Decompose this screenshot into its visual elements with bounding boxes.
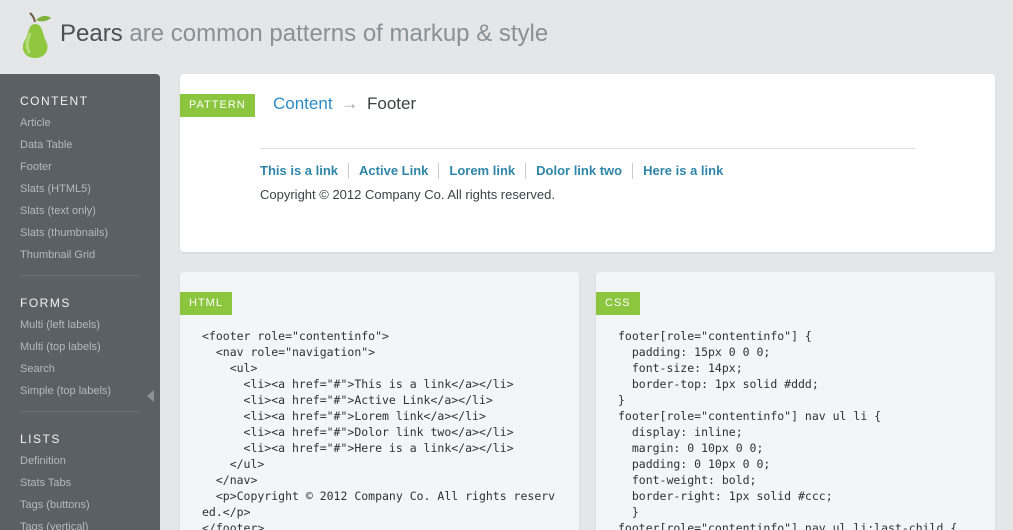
sidebar-item-footer[interactable]: Footer (20, 156, 140, 178)
sidebar-item-stats-tabs[interactable]: Stats Tabs (20, 472, 140, 494)
tagline: are common patterns of markup & style (129, 20, 549, 47)
sidebar-item-article[interactable]: Article (20, 112, 140, 134)
css-code-card: CSS footer[role="contentinfo"] { padding… (596, 272, 995, 530)
nav-group-forms: Forms Multi (left labels) Multi (top lab… (0, 296, 160, 412)
nav-heading-lists: Lists (20, 432, 61, 446)
sidebar-item-slats-html5[interactable]: Slats (HTML5) (20, 178, 140, 200)
sidebar-item-simple-top-labels[interactable]: Simple (top labels) (20, 380, 140, 402)
nav-group-lists: Lists Definition Stats Tabs Tags (button… (0, 432, 160, 530)
breadcrumb-parent-link[interactable]: Content (273, 94, 333, 113)
pattern-label: Pattern (180, 94, 255, 117)
arrow-right-icon: → (341, 94, 359, 113)
sidebar-item-definition[interactable]: Definition (20, 450, 140, 472)
header: Pears are common patterns of markup & st… (0, 0, 1013, 74)
pattern-card: Pattern Content → Footer This is a link … (180, 74, 995, 252)
sidebar-item-data-table[interactable]: Data Table (20, 134, 140, 156)
brand-name[interactable]: Pears (60, 20, 123, 47)
footer-link[interactable]: Dolor link two (526, 163, 634, 179)
sidebar-item-tags-vertical[interactable]: Tags (vertical) (20, 516, 140, 530)
css-label: CSS (596, 292, 640, 315)
breadcrumb: Content → Footer (273, 94, 416, 114)
html-label: HTML (180, 292, 232, 315)
html-code-block[interactable]: <footer role="contentinfo"> <nav role="n… (202, 328, 555, 530)
nav-heading-forms: Forms (20, 296, 71, 310)
sidebar-item-thumbnail-grid[interactable]: Thumbnail Grid (20, 244, 140, 266)
sidebar-item-slats-text-only[interactable]: Slats (text only) (20, 200, 140, 222)
sidebar-item-multi-left-labels[interactable]: Multi (left labels) (20, 314, 140, 336)
pear-logo-icon[interactable] (18, 12, 54, 60)
sidebar-item-multi-top-labels[interactable]: Multi (top labels) (20, 336, 140, 358)
sidebar: Content Article Data Table Footer Slats … (0, 74, 160, 530)
sidebar-item-search[interactable]: Search (20, 358, 140, 380)
footer-link[interactable]: Here is a link (633, 163, 733, 179)
copyright-text: Copyright © 2012 Company Co. All rights … (260, 187, 555, 202)
nav-divider (20, 411, 140, 412)
footer-demo: This is a link Active Link Lorem link Do… (260, 148, 915, 202)
sidebar-item-slats-thumbnails[interactable]: Slats (thumbnails) (20, 222, 140, 244)
breadcrumb-current: Footer (367, 94, 417, 113)
site-title: Pears are common patterns of markup & st… (60, 20, 548, 48)
collapse-arrow-icon[interactable] (147, 390, 154, 402)
nav-divider (20, 275, 140, 276)
footer-link[interactable]: This is a link (260, 163, 350, 179)
footer-nav: This is a link Active Link Lorem link Do… (260, 163, 915, 179)
css-code-block[interactable]: footer[role="contentinfo"] { padding: 15… (618, 328, 957, 530)
html-code-card: HTML <footer role="contentinfo"> <nav ro… (180, 272, 579, 530)
nav-heading-content: Content (20, 94, 89, 108)
footer-link[interactable]: Active Link (349, 163, 440, 179)
footer-link[interactable]: Lorem link (439, 163, 527, 179)
nav-group-content: Content Article Data Table Footer Slats … (0, 94, 160, 276)
sidebar-item-tags-buttons[interactable]: Tags (buttons) (20, 494, 140, 516)
